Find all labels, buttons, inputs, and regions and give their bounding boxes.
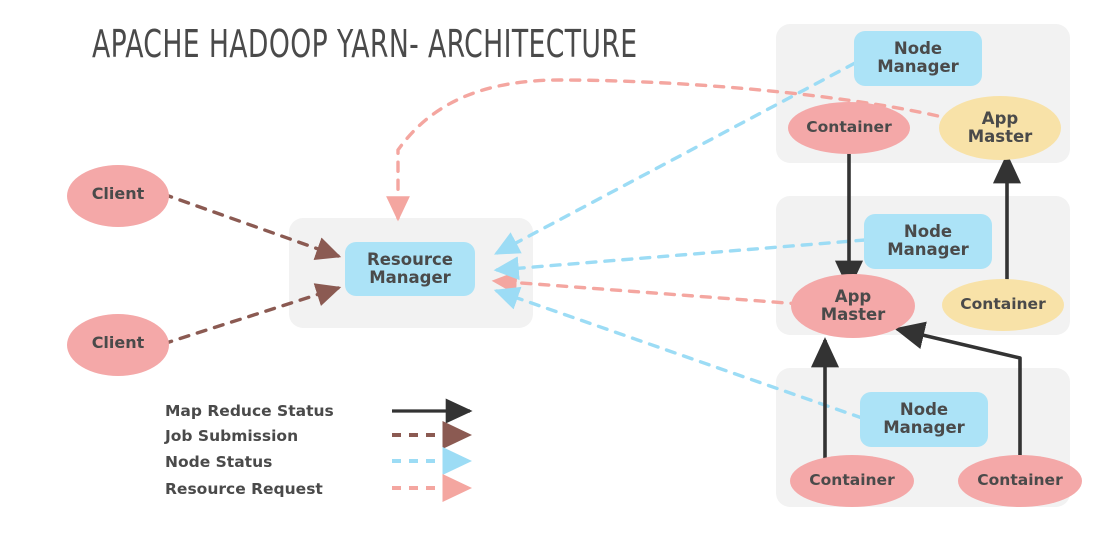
legend-item-1-label: Job Submission: [165, 427, 299, 445]
edge-resource-request-middle: [491, 270, 802, 306]
node-top-item-1[interactable]: [939, 96, 1061, 160]
node-bottom-item-1[interactable]: [958, 455, 1082, 507]
legend-item-0-label: Map Reduce Status: [165, 402, 334, 420]
client-1[interactable]: [67, 165, 169, 227]
legend-item-2-label: Node Status: [165, 453, 273, 471]
page-title: APACHE HADOOP YARN- ARCHITECTURE: [92, 22, 638, 66]
node-manager-bottom[interactable]: [860, 392, 988, 447]
legend-item-3-label: Resource Request: [165, 480, 323, 498]
client-2[interactable]: [67, 314, 169, 376]
node-manager-top[interactable]: [854, 31, 982, 86]
resource-manager-box[interactable]: [345, 242, 475, 296]
node-bottom-item-0[interactable]: [790, 455, 914, 507]
node-manager-middle[interactable]: [864, 214, 992, 269]
node-top-item-0[interactable]: [788, 102, 910, 154]
node-middle-item-1[interactable]: [942, 279, 1064, 331]
node-middle-item-0[interactable]: [791, 274, 915, 338]
